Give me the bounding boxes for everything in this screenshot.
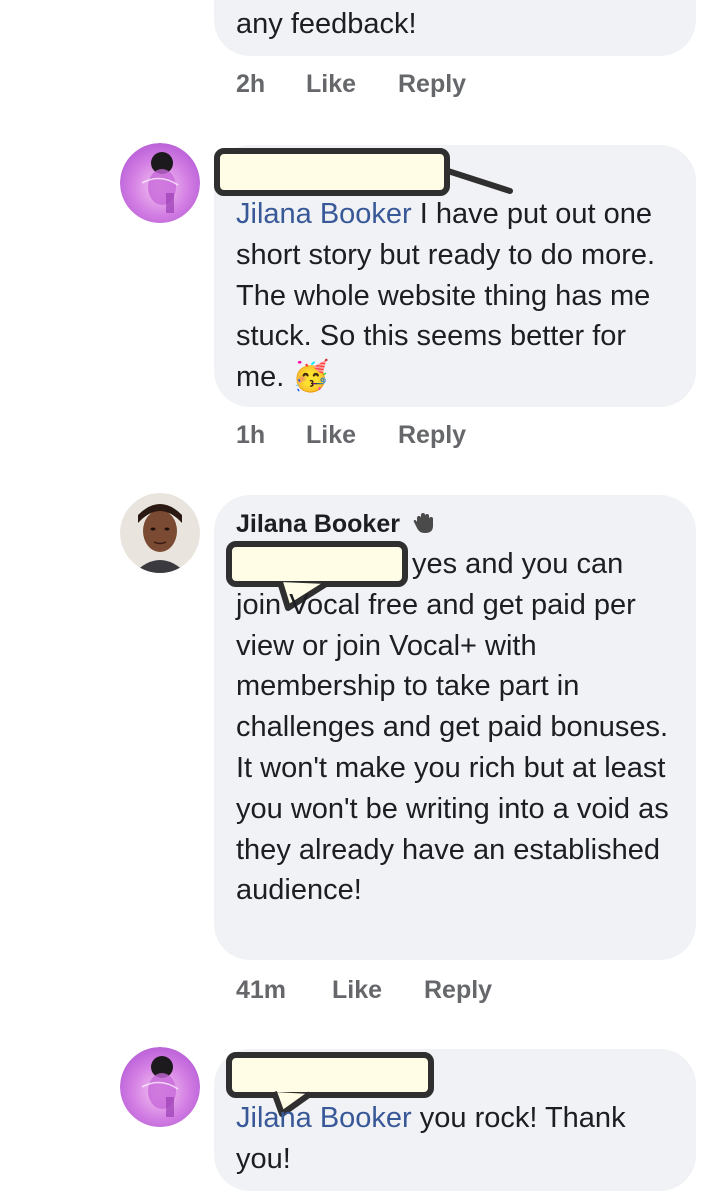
comment-text: Jilana Booker you rock! Thank you! — [236, 1102, 626, 1175]
redacted-name — [214, 148, 450, 196]
comment-meta: 1h Like Reply — [236, 421, 466, 450]
waving-hand-icon — [413, 513, 433, 533]
avatar-logo-image — [120, 1047, 200, 1127]
avatar[interactable] — [120, 1047, 200, 1127]
avatar[interactable] — [120, 143, 200, 223]
comment-meta: 2h Like Reply — [236, 70, 466, 99]
comment-author[interactable]: Jilana Booker — [236, 510, 435, 539]
reply-button[interactable]: Reply — [424, 976, 492, 1005]
comment-text: yes and you can join Vocal free and get … — [236, 548, 669, 907]
like-button[interactable]: Like — [306, 70, 398, 99]
user-mention[interactable]: Jilana Booker — [236, 1102, 412, 1134]
user-mention[interactable]: Jilana Booker — [236, 198, 412, 230]
comment-timestamp: 1h — [236, 421, 266, 449]
comment-text: any feedback! — [236, 8, 417, 40]
partying-face-icon: 🥳 — [292, 360, 330, 394]
avatar-photo — [120, 493, 200, 573]
comment-timestamp: 2h — [236, 70, 266, 98]
comment-timestamp: 41m — [236, 976, 287, 1004]
comment-text: Jilana Booker I have put out one short s… — [236, 198, 656, 394]
avatar-logo-image — [120, 143, 200, 223]
like-button[interactable]: Like — [332, 976, 424, 1005]
redacted-name — [226, 1052, 434, 1098]
reply-button[interactable]: Reply — [398, 421, 466, 450]
avatar[interactable] — [120, 493, 200, 573]
like-button[interactable]: Like — [306, 421, 398, 450]
reply-button[interactable]: Reply — [398, 70, 466, 99]
comment-meta: 41m Like Reply — [236, 976, 492, 1005]
